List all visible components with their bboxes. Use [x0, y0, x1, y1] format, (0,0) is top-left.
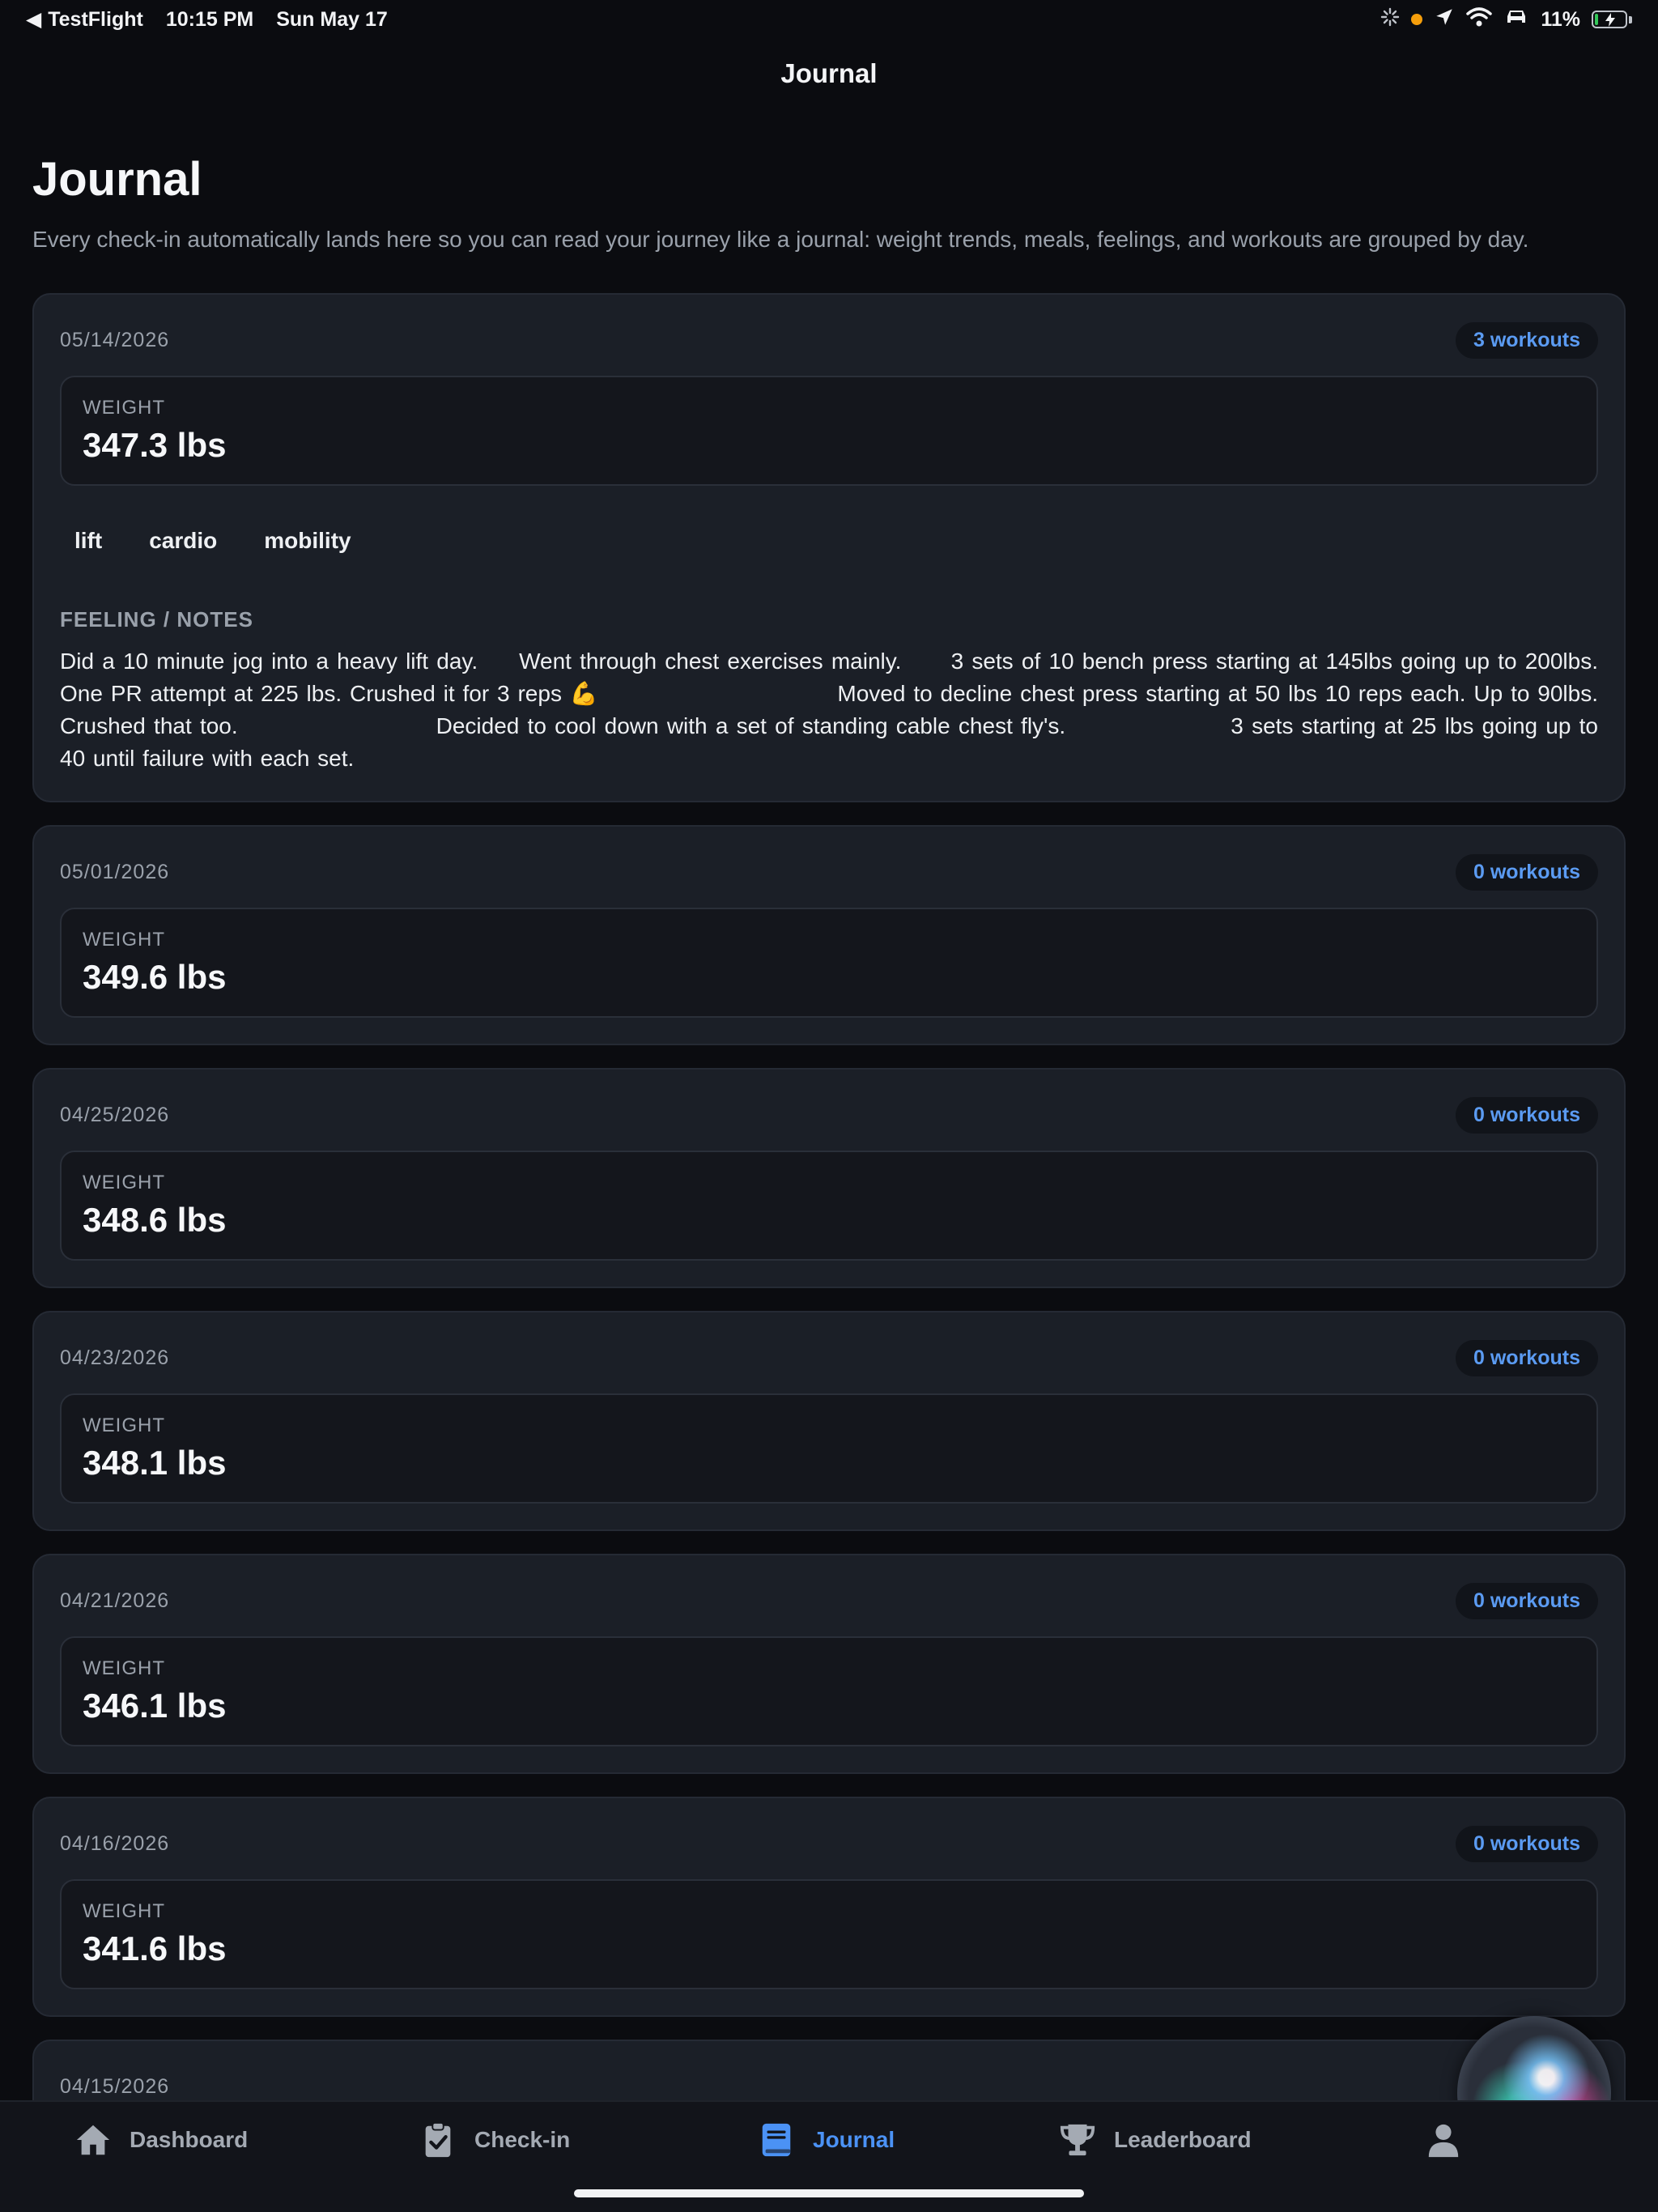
weight-value: 347.3 lbs [83, 426, 227, 464]
tab-label: Check-in [474, 2127, 571, 2152]
battery-percent: 11% [1541, 7, 1580, 31]
status-bar: ◀ TestFlight 10:15 PM Sun May 17 11% [0, 0, 1658, 39]
workout-count-badge: 0 workouts [1456, 1339, 1598, 1376]
entry-date: 04/15/2026 [60, 2074, 170, 2098]
journal-entry-card[interactable]: 04/21/2026 0 workouts WEIGHT 346.1 lbs [32, 1554, 1626, 1774]
weight-label: WEIGHT [83, 929, 165, 951]
status-left: ◀ TestFlight 10:15 PM Sun May 17 [26, 7, 388, 32]
entry-date: 04/25/2026 [60, 1103, 170, 1126]
weight-label: WEIGHT [83, 1900, 165, 1922]
tab-label: Dashboard [130, 2127, 249, 2152]
weight-card: WEIGHT 347.3 lbs [60, 376, 1598, 486]
journal-screen: ◀ TestFlight 10:15 PM Sun May 17 11% Jou… [0, 0, 1658, 2212]
journal-entry-list[interactable]: 05/14/2026 3 workouts WEIGHT 347.3 lbs lift c… [32, 293, 1626, 2155]
workout-tags: lift cardio mobility [60, 523, 1598, 559]
tab-check-in[interactable]: Check-in [419, 2121, 570, 2159]
entry-header: 04/23/2026 0 workouts [60, 1339, 1598, 1376]
entry-date: 04/23/2026 [60, 1346, 170, 1369]
weight-label: WEIGHT [83, 1172, 165, 1193]
weight-value: 346.1 lbs [83, 1687, 227, 1725]
page-subtitle: Every check-in automatically lands here … [32, 227, 1529, 252]
journal-entry-card[interactable]: 04/23/2026 0 workouts WEIGHT 348.1 lbs [32, 1311, 1626, 1531]
status-right: 11% [1380, 6, 1632, 33]
entry-date: 05/14/2026 [60, 328, 170, 351]
weight-label: WEIGHT [83, 1414, 165, 1436]
workout-count-badge: 0 workouts [1456, 1582, 1598, 1619]
entry-header: 04/15/2026 [60, 2069, 1598, 2104]
back-arrow-icon: ◀ [26, 8, 42, 31]
battery-charging-icon [1592, 11, 1632, 28]
entry-header: 05/14/2026 3 workouts [60, 321, 1598, 359]
journal-entry-card[interactable]: 05/14/2026 3 workouts WEIGHT 347.3 lbs lift c… [32, 293, 1626, 802]
user-icon [1428, 2124, 1459, 2158]
tab-leaderboard[interactable]: Leaderboard [1059, 2121, 1252, 2159]
journal-entry-card[interactable]: 04/25/2026 0 workouts WEIGHT 348.6 lbs [32, 1068, 1626, 1288]
orange-dot-icon [1411, 14, 1423, 25]
location-arrow-icon [1434, 6, 1455, 33]
tab-profile[interactable] [1425, 2121, 1480, 2159]
weight-card: WEIGHT 346.1 lbs [60, 1636, 1598, 1746]
entry-date: 05/01/2026 [60, 860, 170, 883]
workout-tag: cardio [149, 528, 218, 553]
weight-label: WEIGHT [83, 1657, 165, 1679]
workout-tag: mobility [264, 528, 351, 553]
entry-header: 05/01/2026 0 workouts [60, 853, 1598, 891]
tab-journal[interactable]: Journal [758, 2121, 895, 2159]
weight-value: 348.6 lbs [83, 1201, 227, 1239]
weight-card: WEIGHT 341.6 lbs [60, 1879, 1598, 1989]
weight-card: WEIGHT 349.6 lbs [60, 908, 1598, 1018]
workout-count-badge: 3 workouts [1456, 321, 1598, 359]
home-icon [76, 2125, 110, 2155]
workout-count-badge: 0 workouts [1456, 1096, 1598, 1134]
entry-header: 04/21/2026 0 workouts [60, 1582, 1598, 1619]
journal-entry-card[interactable]: 05/01/2026 0 workouts WEIGHT 349.6 lbs [32, 825, 1626, 1045]
trophy-icon [1060, 2124, 1095, 2156]
tab-dashboard[interactable]: Dashboard [74, 2121, 248, 2159]
weight-card: WEIGHT 348.6 lbs [60, 1151, 1598, 1261]
entry-header: 04/16/2026 0 workouts [60, 1825, 1598, 1862]
entry-header: 04/25/2026 0 workouts [60, 1096, 1598, 1134]
activity-spinner-icon [1380, 7, 1400, 32]
notes-label: FEELING / NOTES [60, 607, 253, 632]
home-indicator[interactable] [574, 2189, 1084, 2197]
weight-value: 348.1 lbs [83, 1444, 227, 1482]
notes-text: Did a 10 minute jog into a heavy lift da… [60, 649, 1606, 771]
journal-entry-card[interactable]: 04/16/2026 0 workouts WEIGHT 341.6 lbs [32, 1797, 1626, 2017]
tab-label: Journal [813, 2127, 895, 2152]
weight-label: WEIGHT [83, 397, 165, 419]
entry-date: 04/16/2026 [60, 1831, 170, 1855]
weight-value: 341.6 lbs [83, 1929, 227, 1967]
weight-value: 349.6 lbs [83, 958, 227, 996]
workout-count-badge: 0 workouts [1456, 1825, 1598, 1862]
page-title: Journal [32, 153, 202, 206]
book-icon [762, 2123, 791, 2157]
car-icon [1503, 6, 1529, 33]
status-date: Sun May 17 [276, 7, 388, 31]
tab-label: Leaderboard [1114, 2127, 1252, 2152]
weight-card: WEIGHT 348.1 lbs [60, 1393, 1598, 1504]
entry-date: 04/21/2026 [60, 1589, 170, 1612]
back-app-label: TestFlight [48, 7, 143, 31]
clipboard-check-icon [425, 2121, 451, 2158]
wifi-icon [1466, 6, 1493, 33]
back-to-testflight[interactable]: ◀ TestFlight [26, 7, 143, 32]
nav-title: Journal [780, 58, 878, 88]
workout-count-badge: 0 workouts [1456, 853, 1598, 891]
status-time: 10:15 PM [165, 7, 254, 31]
workout-tag: lift [74, 528, 103, 553]
